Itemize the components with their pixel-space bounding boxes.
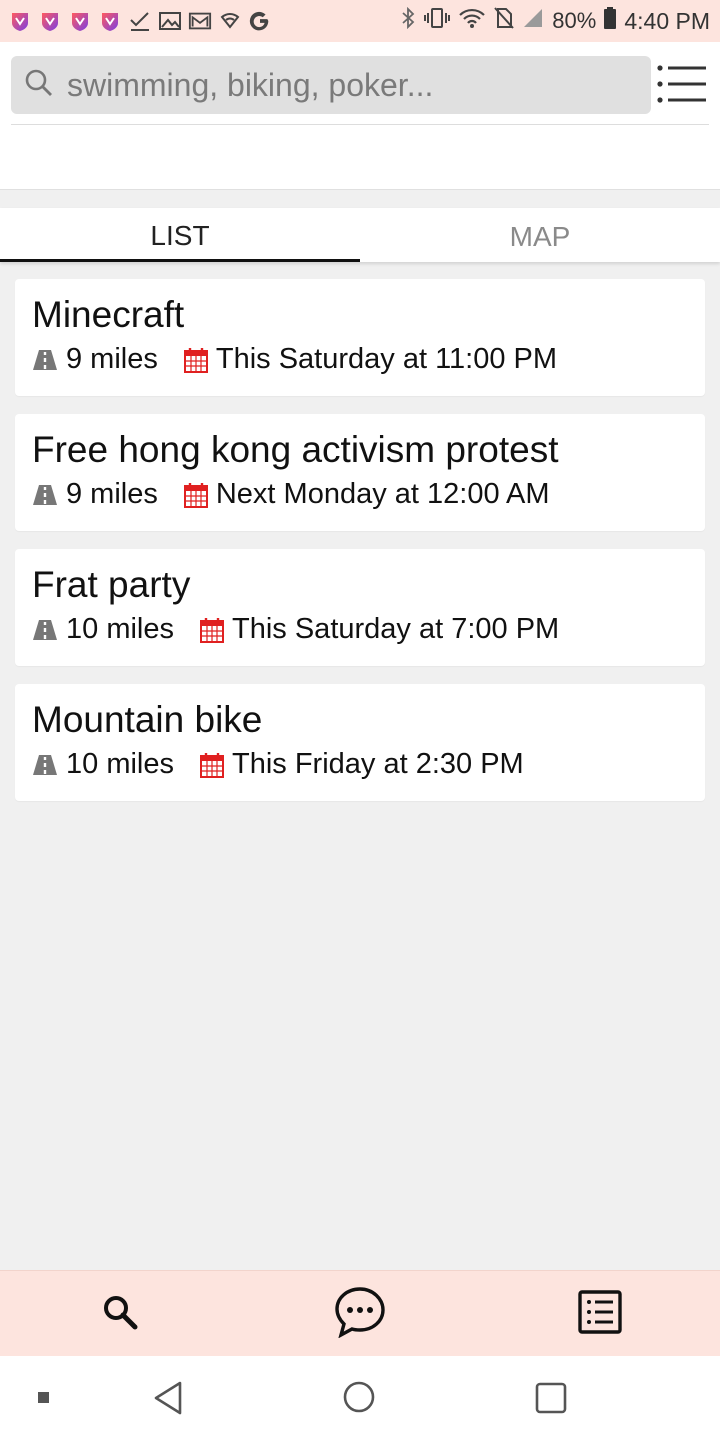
event-title: Minecraft bbox=[32, 294, 185, 335]
list-icon bbox=[578, 1289, 622, 1339]
battery-percent: 80% bbox=[552, 8, 597, 33]
search-icon bbox=[24, 68, 54, 103]
no-sim-icon bbox=[494, 7, 515, 35]
tab-list[interactable]: LIST bbox=[0, 208, 360, 262]
recents-icon[interactable] bbox=[534, 1381, 568, 1415]
divider bbox=[11, 124, 709, 125]
back-icon[interactable] bbox=[152, 1380, 184, 1416]
image-icon bbox=[158, 9, 182, 33]
notification-icons bbox=[8, 9, 272, 33]
mail-icon bbox=[188, 9, 212, 33]
calendar-icon bbox=[183, 482, 208, 508]
vibrate-icon bbox=[424, 7, 451, 35]
checkmark-icon bbox=[128, 9, 152, 33]
list-menu-icon bbox=[656, 65, 708, 110]
brand-app-icon bbox=[98, 9, 122, 33]
event-card[interactable]: Minecraft 9 miles This Saturday at 11:00… bbox=[15, 279, 705, 396]
nav-chat-button[interactable] bbox=[240, 1271, 480, 1357]
event-title: Frat party bbox=[32, 564, 191, 605]
filter-menu-button[interactable] bbox=[656, 62, 708, 106]
brand-app-icon bbox=[68, 9, 92, 33]
calendar-icon bbox=[200, 617, 224, 643]
road-icon bbox=[32, 484, 58, 506]
event-distance: 9 miles bbox=[66, 478, 158, 510]
event-list: Minecraft 9 miles This Saturday at 11:00… bbox=[15, 279, 705, 819]
battery-icon bbox=[604, 7, 617, 35]
road-icon bbox=[32, 754, 58, 776]
road-icon bbox=[32, 619, 58, 641]
road-icon bbox=[32, 349, 58, 371]
chat-icon bbox=[334, 1286, 386, 1343]
event-date: This Saturday at 11:00 PM bbox=[215, 343, 558, 375]
clock: 4:40 PM bbox=[624, 7, 710, 34]
event-date: This Saturday at 7:00 PM bbox=[232, 613, 560, 645]
bluetooth-icon bbox=[400, 6, 416, 35]
event-title: Mountain bike bbox=[32, 699, 263, 740]
event-card[interactable]: Free hong kong activism protest 9 miles … bbox=[15, 414, 705, 531]
event-date: This Friday at 2:30 PM bbox=[232, 748, 524, 780]
signal-icon bbox=[522, 7, 544, 35]
bottom-nav bbox=[0, 1270, 720, 1357]
calendar-icon bbox=[183, 347, 208, 373]
event-distance: 10 miles bbox=[66, 748, 174, 780]
home-icon[interactable] bbox=[342, 1380, 376, 1414]
vpn-shield-icon bbox=[218, 9, 242, 33]
tab-map[interactable]: MAP bbox=[360, 208, 720, 262]
event-card[interactable]: Mountain bike 10 miles This Friday at 2:… bbox=[15, 684, 705, 801]
event-card[interactable]: Frat party 10 miles This Saturday at 7:0… bbox=[15, 549, 705, 666]
wifi-icon bbox=[458, 7, 486, 35]
event-distance: 9 miles bbox=[66, 343, 158, 375]
nav-list-button[interactable] bbox=[480, 1271, 720, 1357]
search-box[interactable] bbox=[11, 56, 651, 114]
system-status: 80% 4:40 PM bbox=[400, 6, 710, 35]
event-date: Next Monday at 12:00 AM bbox=[215, 478, 550, 510]
view-tabs: LIST MAP bbox=[0, 208, 720, 262]
brand-app-icon bbox=[38, 9, 62, 33]
status-bar: 80% 4:40 PM bbox=[0, 0, 720, 42]
event-distance: 10 miles bbox=[66, 613, 174, 645]
google-icon bbox=[248, 9, 272, 33]
dot-indicator-icon bbox=[38, 1392, 50, 1404]
brand-app-icon bbox=[8, 9, 32, 33]
search-header bbox=[0, 42, 720, 190]
system-nav-bar bbox=[0, 1356, 720, 1440]
search-icon bbox=[100, 1292, 140, 1337]
nav-search-button[interactable] bbox=[0, 1271, 240, 1357]
event-title: Free hong kong activism protest bbox=[32, 429, 559, 470]
calendar-icon bbox=[200, 752, 224, 778]
search-input[interactable] bbox=[67, 66, 651, 104]
